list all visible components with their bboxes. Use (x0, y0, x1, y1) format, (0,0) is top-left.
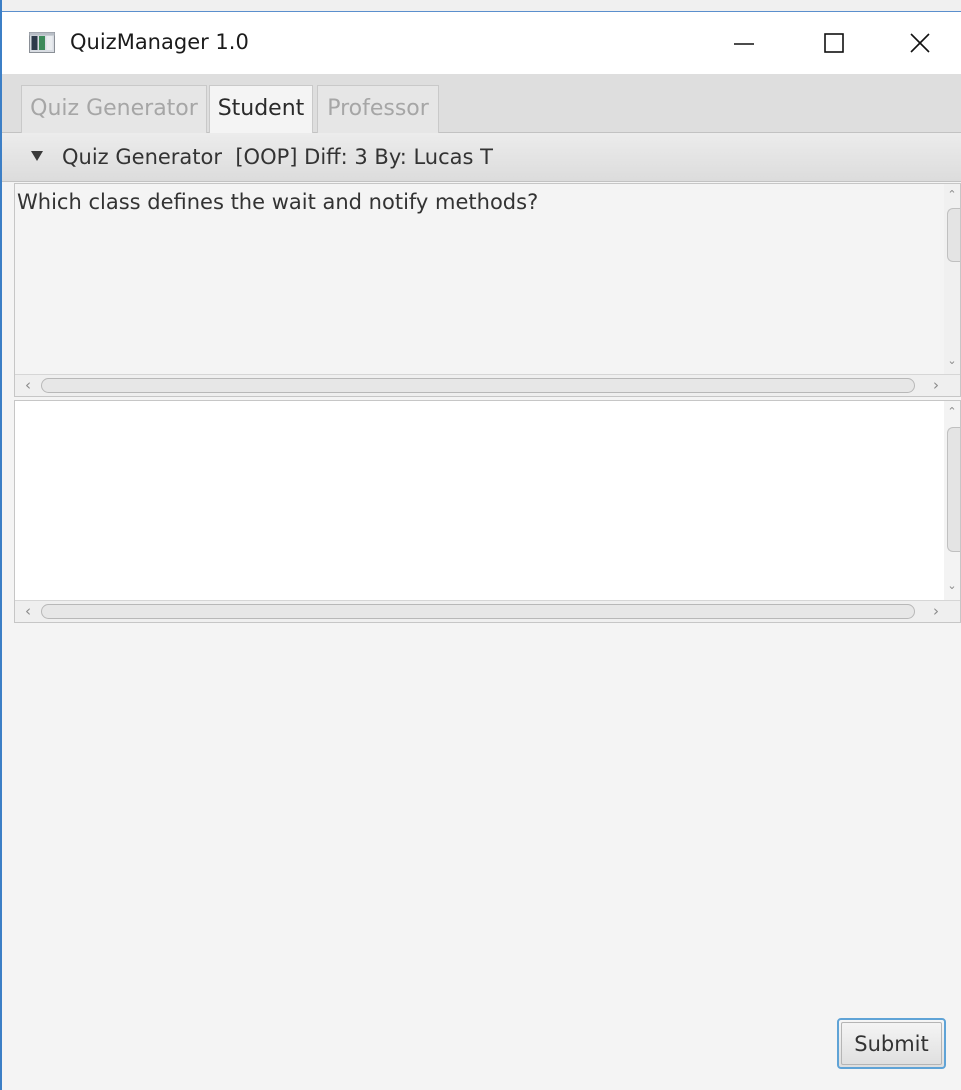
answer-horizontal-scroll-thumb[interactable] (41, 604, 915, 619)
question-vertical-scroll-thumb[interactable] (947, 208, 960, 262)
maximize-icon (824, 33, 844, 53)
answer-vertical-scrollbar[interactable]: ⌃ ⌄ (944, 401, 960, 601)
scroll-right-arrow-icon[interactable]: › (928, 603, 944, 619)
scroll-left-arrow-icon[interactable]: ‹ (20, 603, 36, 619)
question-vertical-scrollbar[interactable]: ⌃ ⌄ (944, 184, 960, 375)
title-bar[interactable]: QuizManager 1.0 (2, 12, 961, 74)
question-text: Which class defines the wait and notify … (17, 190, 539, 214)
answer-vertical-scroll-thumb[interactable] (947, 427, 960, 552)
answer-horizontal-scrollbar[interactable]: ‹ › (15, 600, 960, 622)
close-icon (910, 33, 930, 53)
minimize-icon (734, 43, 754, 45)
question-text-area[interactable]: Which class defines the wait and notify … (14, 183, 961, 397)
scroll-up-arrow-icon[interactable]: ⌃ (946, 406, 958, 417)
question-horizontal-scrollbar[interactable]: ‹ › (15, 374, 960, 396)
close-button[interactable] (879, 12, 961, 74)
tab-bar: Quiz Generator Student Professor (2, 74, 961, 134)
collapse-arrow-icon[interactable] (31, 151, 43, 161)
scroll-down-arrow-icon[interactable]: ⌄ (946, 355, 958, 366)
pane-title: Quiz Generator [OOP] Diff: 3 By: Lucas T (62, 145, 493, 169)
window-top-edge (0, 0, 961, 12)
app-window-icon (29, 32, 55, 53)
submit-button[interactable]: Submit (837, 1018, 946, 1069)
tab-professor[interactable]: Professor (317, 85, 439, 133)
tab-student[interactable]: Student (209, 85, 313, 134)
maximize-button[interactable] (789, 12, 879, 74)
window-title: QuizManager 1.0 (70, 30, 249, 54)
question-horizontal-scroll-thumb[interactable] (41, 378, 915, 393)
scroll-down-arrow-icon[interactable]: ⌄ (946, 580, 958, 591)
answer-text-area[interactable]: ⌃ ⌄ ‹ › (14, 400, 961, 623)
minimize-button[interactable] (699, 12, 789, 74)
scroll-up-arrow-icon[interactable]: ⌃ (946, 189, 958, 200)
scroll-left-arrow-icon[interactable]: ‹ (20, 377, 36, 393)
titled-pane-header[interactable]: Quiz Generator [OOP] Diff: 3 By: Lucas T (2, 133, 961, 182)
tab-quiz-generator[interactable]: Quiz Generator (21, 85, 207, 133)
submit-label: Submit (841, 1022, 942, 1065)
scroll-right-arrow-icon[interactable]: › (928, 377, 944, 393)
